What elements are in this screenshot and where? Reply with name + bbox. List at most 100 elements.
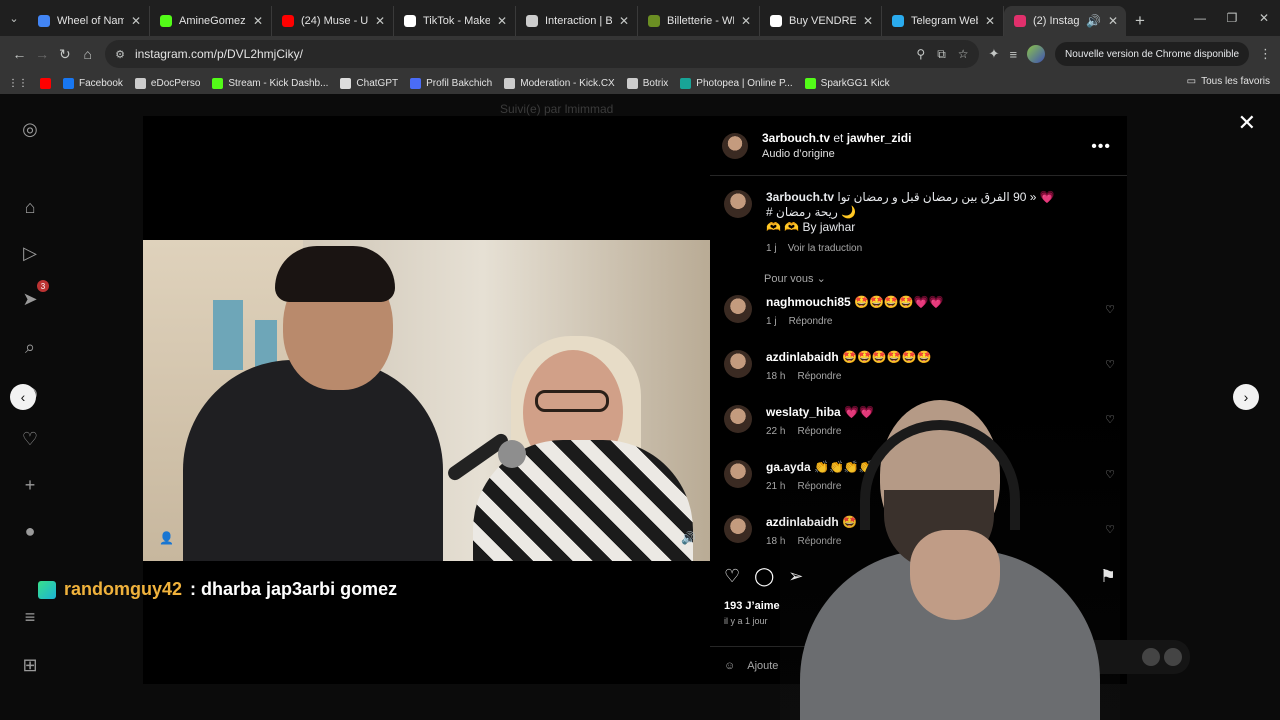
author-avatar[interactable] bbox=[722, 132, 748, 159]
bookmark-item[interactable]: Stream - Kick Dashb... bbox=[212, 77, 328, 89]
comment-sort-dropdown[interactable]: Pour vous ⌄ bbox=[710, 256, 1127, 285]
forward-button[interactable]: → bbox=[31, 42, 54, 66]
coauthor-username[interactable]: jawher_zidi bbox=[847, 131, 912, 145]
address-bar[interactable]: ⚙ instagram.com/p/DVL2hmjCiky/ ⚲ ⧉ ☆ bbox=[105, 40, 979, 68]
audio-label[interactable]: Audio d’origine bbox=[762, 146, 911, 162]
emoji-icon[interactable]: ☺ bbox=[724, 660, 735, 672]
tab-close-icon[interactable]: ✕ bbox=[1108, 14, 1118, 28]
comment-like-icon[interactable]: ♡ bbox=[1105, 358, 1115, 371]
tab-close-icon[interactable]: ✕ bbox=[985, 14, 995, 28]
volume-icon[interactable]: 🔊 bbox=[681, 531, 696, 545]
tab-close-icon[interactable]: ✕ bbox=[131, 14, 141, 28]
browser-tab[interactable]: AmineGomez Stream ✕ bbox=[150, 6, 272, 36]
apps-icon[interactable]: ⋮⋮ bbox=[8, 78, 28, 89]
browser-tab[interactable]: (24) Muse - Uprising ✕ bbox=[272, 6, 394, 36]
tab-close-icon[interactable]: ✕ bbox=[863, 14, 873, 28]
browser-tab[interactable]: Billetterie - WE LOVE ✕ bbox=[638, 6, 760, 36]
comment-icon[interactable]: ◯ bbox=[754, 566, 774, 587]
youtube-bookmark[interactable] bbox=[40, 77, 51, 89]
bookmark-favicon-icon bbox=[212, 77, 224, 89]
instagram-logo-icon[interactable]: ◎ bbox=[17, 116, 43, 142]
install-icon[interactable]: ⧉ bbox=[937, 47, 946, 62]
tab-close-icon[interactable]: ✕ bbox=[619, 14, 629, 28]
comment-input[interactable]: Ajoute bbox=[747, 660, 778, 672]
tab-title: TikTok - Make Your D bbox=[423, 15, 490, 27]
tab-close-icon[interactable]: ✕ bbox=[741, 14, 751, 28]
all-bookmarks[interactable]: ▭ Tous les favoris bbox=[1187, 76, 1270, 87]
tagged-user-icon[interactable]: 👤 bbox=[159, 531, 174, 545]
stream-chat-message: randomguy42 : dharba jap3arbi gomez bbox=[38, 579, 397, 600]
chrome-menu-icon[interactable]: ⋮ bbox=[1259, 46, 1272, 62]
browser-tab[interactable]: Telegram Web ✕ bbox=[882, 6, 1004, 36]
media-control-icon[interactable]: ≡ bbox=[1009, 47, 1017, 62]
browser-tab[interactable]: (2) Instagram 🔊 ✕ bbox=[1004, 6, 1126, 36]
tab-close-icon[interactable]: ✕ bbox=[253, 14, 263, 28]
tab-search-button[interactable]: ⌄ bbox=[0, 0, 28, 36]
also-from-meta-icon[interactable]: ⊞ bbox=[17, 652, 43, 678]
messages-icon[interactable]: ➤ 3 bbox=[17, 280, 49, 312]
bookmark-item[interactable]: Moderation - Kick.CX bbox=[504, 77, 615, 89]
browser-toolbar: ← → ↻ ⌂ ⚙ instagram.com/p/DVL2hmjCiky/ ⚲… bbox=[0, 36, 1280, 72]
close-window-button[interactable]: ✕ bbox=[1248, 0, 1280, 36]
previous-post-button[interactable]: ‹ bbox=[10, 384, 36, 410]
reply-link[interactable]: Répondre bbox=[789, 316, 833, 327]
caption-username[interactable]: 3arbouch.tv bbox=[766, 190, 834, 204]
bookmark-star-icon[interactable]: ☆ bbox=[958, 47, 969, 61]
caption-avatar[interactable] bbox=[724, 190, 752, 218]
tab-audio-icon[interactable]: 🔊 bbox=[1086, 14, 1101, 28]
search-icon[interactable]: ⌕ bbox=[17, 334, 43, 360]
like-icon[interactable]: ♡ bbox=[724, 566, 740, 587]
caption-time: 1 j bbox=[766, 243, 777, 254]
commenter-avatar[interactable] bbox=[724, 295, 752, 323]
close-modal-icon[interactable]: ✕ bbox=[1238, 110, 1256, 136]
new-tab-button[interactable]: + bbox=[1126, 6, 1154, 36]
browser-tab[interactable]: TikTok - Make Your D ✕ bbox=[394, 6, 516, 36]
bookmark-item[interactable]: eDocPerso bbox=[134, 77, 200, 89]
tab-close-icon[interactable]: ✕ bbox=[497, 14, 507, 28]
bookmark-item[interactable]: ChatGPT bbox=[340, 77, 398, 89]
reels-icon[interactable]: ▷ bbox=[17, 240, 43, 266]
notifications-icon[interactable]: ♡ bbox=[17, 426, 43, 452]
bookmark-item[interactable]: Photopea | Online P... bbox=[680, 77, 793, 89]
browser-tab[interactable]: Buy VENDREDI 5 JUIN ✕ bbox=[760, 6, 882, 36]
next-post-button[interactable]: › bbox=[1233, 384, 1259, 410]
author-username[interactable]: 3arbouch.tv bbox=[762, 131, 830, 145]
video-player[interactable]: 👤 🔊 bbox=[143, 240, 710, 561]
browser-tab[interactable]: Interaction | BotRix - ✕ bbox=[516, 6, 638, 36]
site-info-icon[interactable]: ⚙ bbox=[115, 48, 125, 61]
back-button[interactable]: ← bbox=[8, 42, 31, 66]
tab-favicon-icon bbox=[526, 15, 538, 27]
more-menu-icon[interactable]: ≡ bbox=[17, 604, 43, 630]
more-options-icon[interactable]: ••• bbox=[1091, 138, 1111, 156]
reload-button[interactable]: ↻ bbox=[54, 42, 77, 66]
profile-icon[interactable]: ● bbox=[17, 518, 43, 544]
tab-favicon-icon bbox=[770, 15, 782, 27]
bookmark-item[interactable]: Botrix bbox=[626, 77, 668, 89]
bookmark-item[interactable]: Facebook bbox=[63, 77, 123, 89]
commenter-avatar[interactable] bbox=[724, 460, 752, 488]
commenter-avatar[interactable] bbox=[724, 405, 752, 433]
bookmark-favicon-icon bbox=[804, 77, 816, 89]
minimize-button[interactable]: — bbox=[1184, 0, 1216, 36]
home-icon[interactable]: ⌂ bbox=[17, 194, 43, 220]
zoom-icon[interactable]: ⚲ bbox=[916, 47, 925, 61]
commenter-avatar[interactable] bbox=[724, 515, 752, 543]
commenter-username[interactable]: azdinlabaidh bbox=[766, 350, 839, 364]
create-icon[interactable]: + bbox=[17, 472, 43, 498]
see-translation-link[interactable]: Voir la traduction bbox=[788, 243, 863, 254]
bookmark-item[interactable]: Profil Bakchich bbox=[410, 77, 492, 89]
window-controls: — ❐ ✕ bbox=[1184, 0, 1280, 36]
restore-button[interactable]: ❐ bbox=[1216, 0, 1248, 36]
home-button[interactable]: ⌂ bbox=[76, 42, 99, 66]
commenter-avatar[interactable] bbox=[724, 350, 752, 378]
chrome-update-button[interactable]: Nouvelle version de Chrome disponible bbox=[1055, 42, 1250, 66]
bookmark-item[interactable]: SparkGG1 Kick bbox=[804, 77, 890, 89]
tab-close-icon[interactable]: ✕ bbox=[375, 14, 385, 28]
commenter-username[interactable]: naghmouchi85 bbox=[766, 295, 851, 309]
comment-like-icon[interactable]: ♡ bbox=[1105, 303, 1115, 316]
browser-tab[interactable]: Wheel of Names | Ra ✕ bbox=[28, 6, 150, 36]
profile-avatar[interactable] bbox=[1027, 45, 1046, 63]
bookmark-favicon-icon bbox=[626, 77, 638, 89]
like-count[interactable]: 193 J’aime bbox=[724, 600, 780, 612]
extensions-icon[interactable]: ✦ bbox=[989, 46, 1000, 62]
